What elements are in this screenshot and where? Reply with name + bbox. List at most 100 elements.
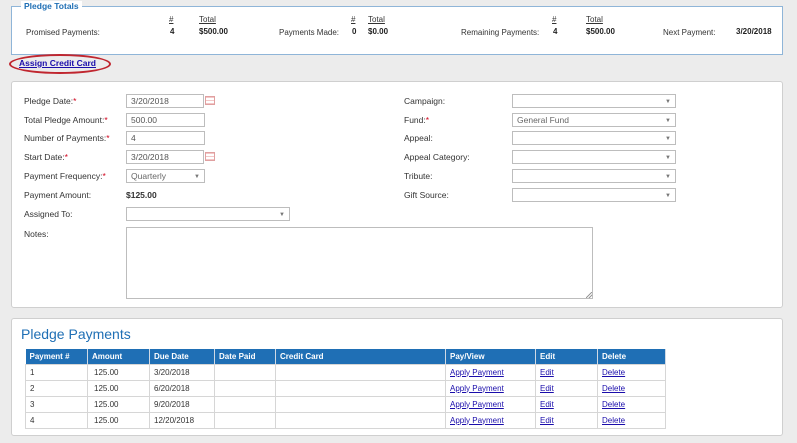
payment-frequency-select[interactable]: Quarterly ▼ (126, 169, 205, 183)
table-row: 4 125.00 12/20/2018 Apply Payment Edit D… (25, 411, 666, 429)
payment-credit-card (275, 395, 446, 413)
payment-date-paid (214, 363, 276, 381)
edit-link[interactable]: Edit (540, 400, 554, 409)
chevron-down-icon: ▼ (665, 99, 671, 105)
remaining-count: 4 (553, 27, 558, 36)
payment-amount: 125.00 (87, 411, 150, 429)
pay-view-cell: Apply Payment (445, 395, 536, 413)
chevron-down-icon: ▼ (665, 193, 671, 199)
payment-date-paid (214, 411, 276, 429)
fund-value: General Fund (517, 115, 569, 125)
delete-link[interactable]: Delete (602, 384, 625, 393)
fund-select[interactable]: General Fund ▼ (512, 113, 676, 127)
appeal-select[interactable]: ▼ (512, 131, 676, 145)
payments-table: Payment # Amount Due Date Date Paid Cred… (25, 349, 666, 429)
delete-cell: Delete (597, 363, 666, 381)
payment-frequency-value: Quarterly (131, 171, 166, 181)
apply-payment-link[interactable]: Apply Payment (450, 368, 504, 377)
calendar-icon[interactable] (205, 96, 215, 105)
delete-cell: Delete (597, 379, 666, 397)
notes-textarea[interactable] (126, 227, 593, 299)
payment-credit-card (275, 411, 446, 429)
tribute-select[interactable]: ▼ (512, 169, 676, 183)
promised-count-header: # (169, 15, 174, 24)
col-amount: Amount (87, 349, 150, 364)
edit-cell: Edit (535, 379, 598, 397)
apply-payment-link[interactable]: Apply Payment (450, 400, 504, 409)
number-of-payments-input[interactable]: 4 (126, 131, 205, 145)
calendar-icon[interactable] (205, 152, 215, 161)
start-date-label: Start Date:* (24, 152, 68, 162)
table-header-row: Payment # Amount Due Date Date Paid Cred… (25, 349, 666, 364)
total-pledge-amount-label: Total Pledge Amount:* (24, 115, 108, 125)
delete-link[interactable]: Delete (602, 368, 625, 377)
col-edit: Edit (535, 349, 598, 364)
delete-cell: Delete (597, 411, 666, 429)
col-delete: Delete (597, 349, 666, 364)
apply-payment-link[interactable]: Apply Payment (450, 384, 504, 393)
table-row: 1 125.00 3/20/2018 Apply Payment Edit De… (25, 363, 666, 381)
campaign-select[interactable]: ▼ (512, 94, 676, 108)
assigned-to-label: Assigned To: (24, 209, 73, 219)
edit-cell: Edit (535, 395, 598, 413)
payment-num: 1 (25, 363, 88, 381)
table-row: 3 125.00 9/20/2018 Apply Payment Edit De… (25, 395, 666, 413)
payment-amount: 125.00 (87, 395, 150, 413)
edit-link[interactable]: Edit (540, 368, 554, 377)
payment-frequency-label: Payment Frequency:* (24, 171, 106, 181)
delete-link[interactable]: Delete (602, 416, 625, 425)
promised-label: Promised Payments: (26, 28, 100, 37)
payment-due-date: 12/20/2018 (149, 411, 215, 429)
payment-amount: 125.00 (87, 363, 150, 381)
payment-num: 4 (25, 411, 88, 429)
pledge-totals-legend: Pledge Totals (21, 1, 82, 11)
pledge-date-label: Pledge Date:* (24, 96, 77, 106)
tribute-label: Tribute: (404, 171, 433, 181)
campaign-label: Campaign: (404, 96, 446, 106)
chevron-down-icon: ▼ (665, 155, 671, 161)
edit-link[interactable]: Edit (540, 384, 554, 393)
resize-grip-icon[interactable] (586, 292, 592, 298)
pay-view-cell: Apply Payment (445, 379, 536, 397)
chevron-down-icon: ▼ (665, 136, 671, 142)
payment-amount-label: Payment Amount: (24, 190, 92, 200)
next-payment-label: Next Payment: (663, 28, 716, 37)
pledge-payments-panel: Pledge Payments Payment # Amount Due Dat… (11, 318, 783, 436)
assigned-to-select[interactable]: ▼ (126, 207, 290, 221)
apply-payment-link[interactable]: Apply Payment (450, 416, 504, 425)
table-row: 2 125.00 6/20/2018 Apply Payment Edit De… (25, 379, 666, 397)
pledge-date-input[interactable]: 3/20/2018 (126, 94, 204, 108)
made-total-header: Total (368, 15, 385, 24)
remaining-label: Remaining Payments: (461, 28, 540, 37)
next-payment-date: 3/20/2018 (736, 27, 772, 36)
pledge-payments-title: Pledge Payments (21, 326, 131, 342)
edit-link[interactable]: Edit (540, 416, 554, 425)
total-pledge-amount-input[interactable]: 500.00 (126, 113, 205, 127)
assign-credit-card-link[interactable]: Assign Credit Card (19, 58, 96, 68)
fund-label: Fund:* (404, 115, 430, 125)
remaining-total-header: Total (586, 15, 603, 24)
made-label: Payments Made: (279, 28, 340, 37)
appeal-category-select[interactable]: ▼ (512, 150, 676, 164)
promised-count: 4 (170, 27, 175, 36)
payment-credit-card (275, 363, 446, 381)
payment-date-paid (214, 395, 276, 413)
pledge-form-panel: Pledge Date:* 3/20/2018 Total Pledge Amo… (11, 81, 783, 308)
gift-source-select[interactable]: ▼ (512, 188, 676, 202)
delete-cell: Delete (597, 395, 666, 413)
number-of-payments-label: Number of Payments:* (24, 133, 110, 143)
col-credit-card: Credit Card (275, 349, 446, 364)
remaining-count-header: # (552, 15, 557, 24)
col-pay-view: Pay/View (445, 349, 536, 364)
payment-amount: 125.00 (87, 379, 150, 397)
promised-total-header: Total (199, 15, 216, 24)
col-due-date: Due Date (149, 349, 215, 364)
made-total: $0.00 (368, 27, 389, 36)
payment-due-date: 6/20/2018 (149, 379, 215, 397)
payment-due-date: 3/20/2018 (149, 363, 215, 381)
pay-view-cell: Apply Payment (445, 363, 536, 381)
start-date-input[interactable]: 3/20/2018 (126, 150, 204, 164)
gift-source-label: Gift Source: (404, 190, 449, 200)
delete-link[interactable]: Delete (602, 400, 625, 409)
promised-total: $500.00 (199, 27, 228, 36)
